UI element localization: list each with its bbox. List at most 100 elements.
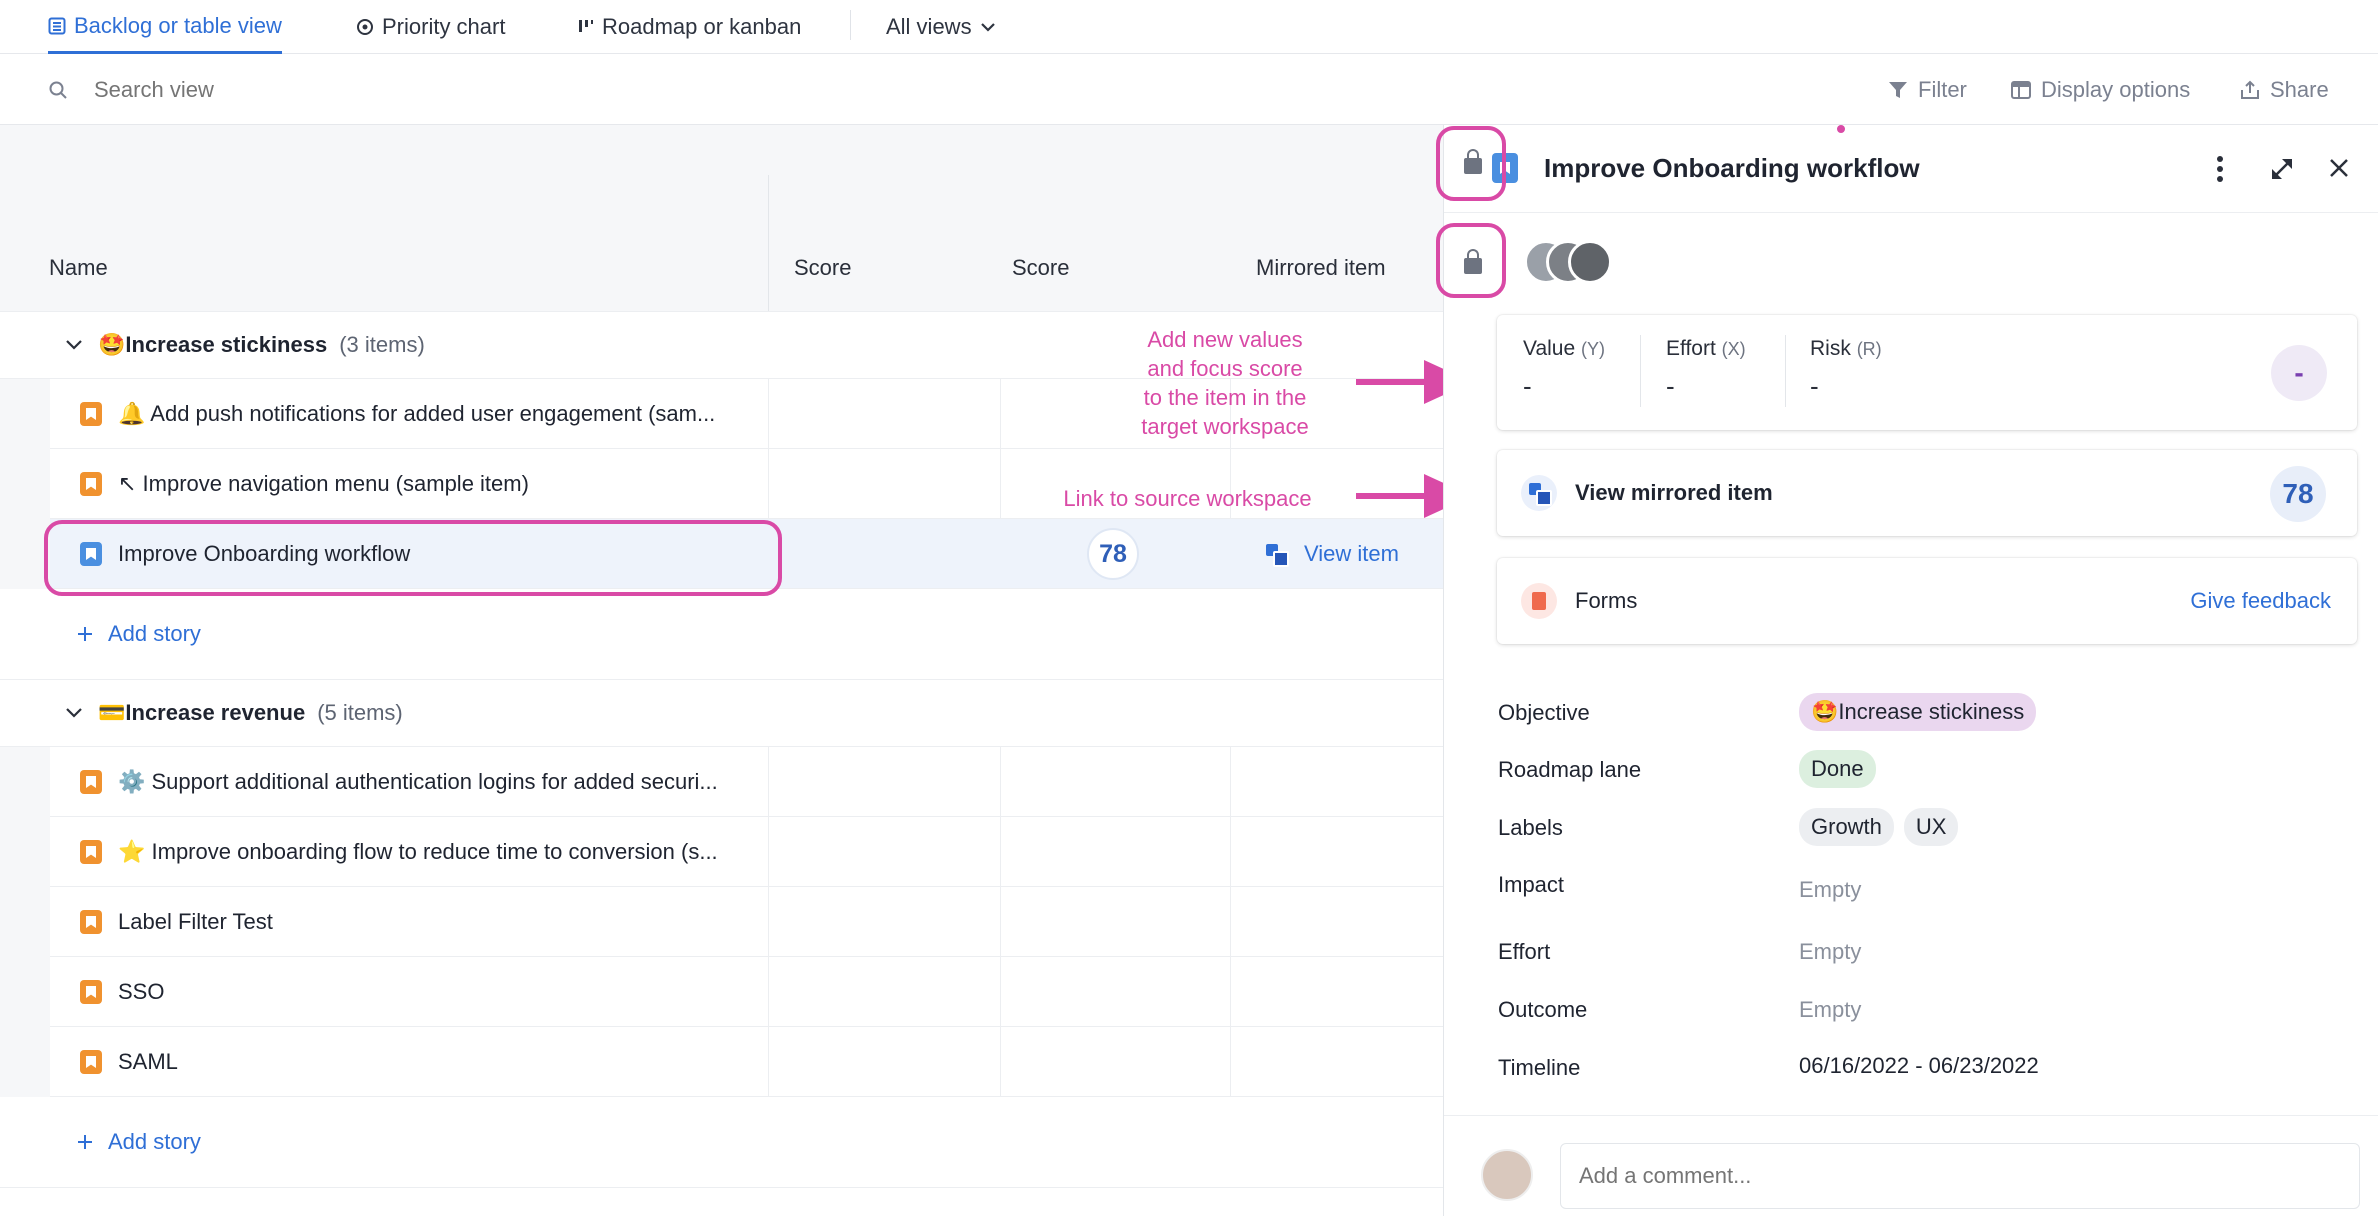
value-field[interactable]: Value (Y) -	[1523, 337, 1605, 402]
mirrored-item-card[interactable]: View mirrored item 78	[1497, 450, 2357, 536]
objective-label: Objective	[1498, 700, 1590, 725]
view-mirrored-item-label: View mirrored item	[1575, 480, 1773, 505]
layout-icon	[2011, 81, 2031, 99]
all-views-label: All views	[886, 14, 972, 39]
table-row[interactable]: SSO	[50, 957, 1443, 1027]
add-story-label: Add story	[108, 1129, 201, 1154]
assignees[interactable]	[1524, 240, 1674, 290]
field-value: -	[1810, 371, 1819, 401]
forms-card: Forms Give feedback	[1497, 558, 2357, 644]
kanban-icon	[579, 20, 593, 32]
column-header-score[interactable]: Score	[794, 255, 851, 281]
label-chip: Growth	[1799, 808, 1894, 846]
field-axis: (R)	[1856, 339, 1882, 359]
filter-button[interactable]: Filter	[1888, 55, 1967, 125]
story-icon	[80, 472, 102, 496]
tab-label: Backlog or table view	[74, 12, 282, 38]
mirror-icon	[1521, 475, 1557, 511]
labels-label: Labels	[1498, 815, 1563, 840]
more-vertical-icon[interactable]	[2215, 155, 2225, 183]
backlog-table: Name Score Score Mirrored item 🤩Increase…	[0, 125, 1443, 1216]
comment-input[interactable]	[1560, 1143, 2360, 1209]
label-chip: UX	[1903, 808, 1959, 846]
add-story-button[interactable]: Add story	[76, 1129, 201, 1155]
table-row[interactable]: ⚙️ Support additional authentication log…	[50, 747, 1443, 817]
comment-area	[1444, 1115, 2378, 1216]
share-button[interactable]: Share	[2240, 55, 2329, 125]
effort-label: Effort	[1498, 939, 1551, 964]
mirror-icon	[1266, 544, 1289, 567]
story-icon	[80, 1050, 102, 1074]
plus-icon	[78, 1135, 92, 1149]
add-story-row: Add story	[0, 1097, 1443, 1187]
panel-title[interactable]: Improve Onboarding workflow	[1544, 153, 1920, 184]
story-icon	[80, 402, 102, 426]
table-row[interactable]: SAML	[50, 1027, 1443, 1097]
timeline-label: Timeline	[1498, 1055, 1581, 1080]
item-detail-panel: Improve Onboarding workflow Value (Y) - …	[1443, 125, 2378, 1216]
plus-icon	[78, 627, 92, 641]
row-name: SAML	[118, 1049, 178, 1074]
column-header-score-2[interactable]: Score	[1012, 255, 1069, 281]
search-input[interactable]	[94, 77, 394, 103]
column-header-mirrored-item[interactable]: Mirrored item	[1256, 255, 1386, 281]
tab-label: Priority chart	[382, 14, 506, 39]
column-header-name[interactable]: Name	[49, 255, 108, 281]
chevron-down-icon	[980, 23, 995, 32]
tab-priority-chart[interactable]: Priority chart	[356, 0, 505, 54]
group-title: 💳Increase revenue	[98, 700, 306, 725]
impact-value[interactable]: Empty	[1799, 877, 1861, 903]
search-icon	[49, 81, 67, 99]
group-title: 🤩Increase stickiness	[98, 332, 328, 357]
annotation-link: Link to source workspace	[1030, 484, 1345, 513]
form-icon	[1521, 583, 1557, 619]
add-story-button[interactable]: Add story	[76, 621, 201, 647]
avatar	[1481, 1149, 1533, 1201]
tab-roadmap[interactable]: Roadmap or kanban	[578, 0, 801, 54]
tab-backlog[interactable]: Backlog or table view	[48, 0, 282, 54]
view-item-label: View item	[1304, 541, 1399, 566]
field-value: -	[1666, 371, 1675, 401]
close-icon[interactable]	[2328, 157, 2350, 179]
all-views-dropdown[interactable]: All views	[886, 0, 996, 54]
chevron-down-icon[interactable]	[62, 333, 86, 357]
display-options-button[interactable]: Display options	[2011, 55, 2190, 125]
labels-value[interactable]: Growth UX	[1799, 808, 1968, 846]
story-icon	[80, 770, 102, 794]
chevron-down-icon[interactable]	[62, 701, 86, 725]
annotation-link-text: Link to source workspace	[1063, 486, 1312, 511]
story-icon	[80, 840, 102, 864]
field-axis: (X)	[1721, 339, 1746, 359]
timeline-value[interactable]: 06/16/2022 - 06/23/2022	[1799, 1053, 2039, 1079]
view-item-link[interactable]: View item	[1266, 519, 1399, 589]
lock-icon	[1464, 149, 1482, 174]
search-toolbar: Filter Display options Share	[0, 55, 2378, 125]
impact-label: Impact	[1498, 872, 1565, 897]
table-row[interactable]: Label Filter Test	[50, 887, 1443, 957]
filter-label: Filter	[1918, 77, 1967, 102]
expand-icon[interactable]	[2270, 157, 2294, 181]
risk-field[interactable]: Risk (R) -	[1810, 337, 1882, 402]
story-icon	[80, 980, 102, 1004]
objective-value[interactable]: 🤩Increase stickiness	[1799, 693, 2046, 731]
table-header: Name Score Score Mirrored item	[0, 125, 1443, 311]
effort-field[interactable]: Effort (X) -	[1666, 337, 1746, 402]
outcome-label: Outcome	[1498, 997, 1588, 1022]
share-icon	[2241, 80, 2259, 99]
row-name: ⭐ Improve onboarding flow to reduce time…	[118, 839, 718, 864]
give-feedback-link[interactable]: Give feedback	[2190, 588, 2331, 614]
table-row[interactable]: ⭐ Improve onboarding flow to reduce time…	[50, 817, 1443, 887]
score-card: Value (Y) - Effort (X) - Risk (R) - -	[1497, 315, 2357, 430]
share-label: Share	[2270, 77, 2329, 102]
focus-score-badge: -	[2271, 345, 2327, 401]
selected-row-highlight	[44, 520, 782, 596]
group-header[interactable]: 💳Increase revenue (5 items)	[0, 679, 1443, 747]
done-chip: Done	[1799, 750, 1876, 788]
group-count: (5 items)	[317, 700, 403, 725]
effort-value[interactable]: Empty	[1799, 939, 1861, 965]
roadmap-lane-value[interactable]: Done	[1799, 750, 1886, 788]
row-name: SSO	[118, 979, 165, 1004]
row-name: 🔔 Add push notifications for added user …	[118, 401, 716, 426]
outcome-value[interactable]: Empty	[1799, 997, 1861, 1023]
story-icon	[80, 910, 102, 934]
